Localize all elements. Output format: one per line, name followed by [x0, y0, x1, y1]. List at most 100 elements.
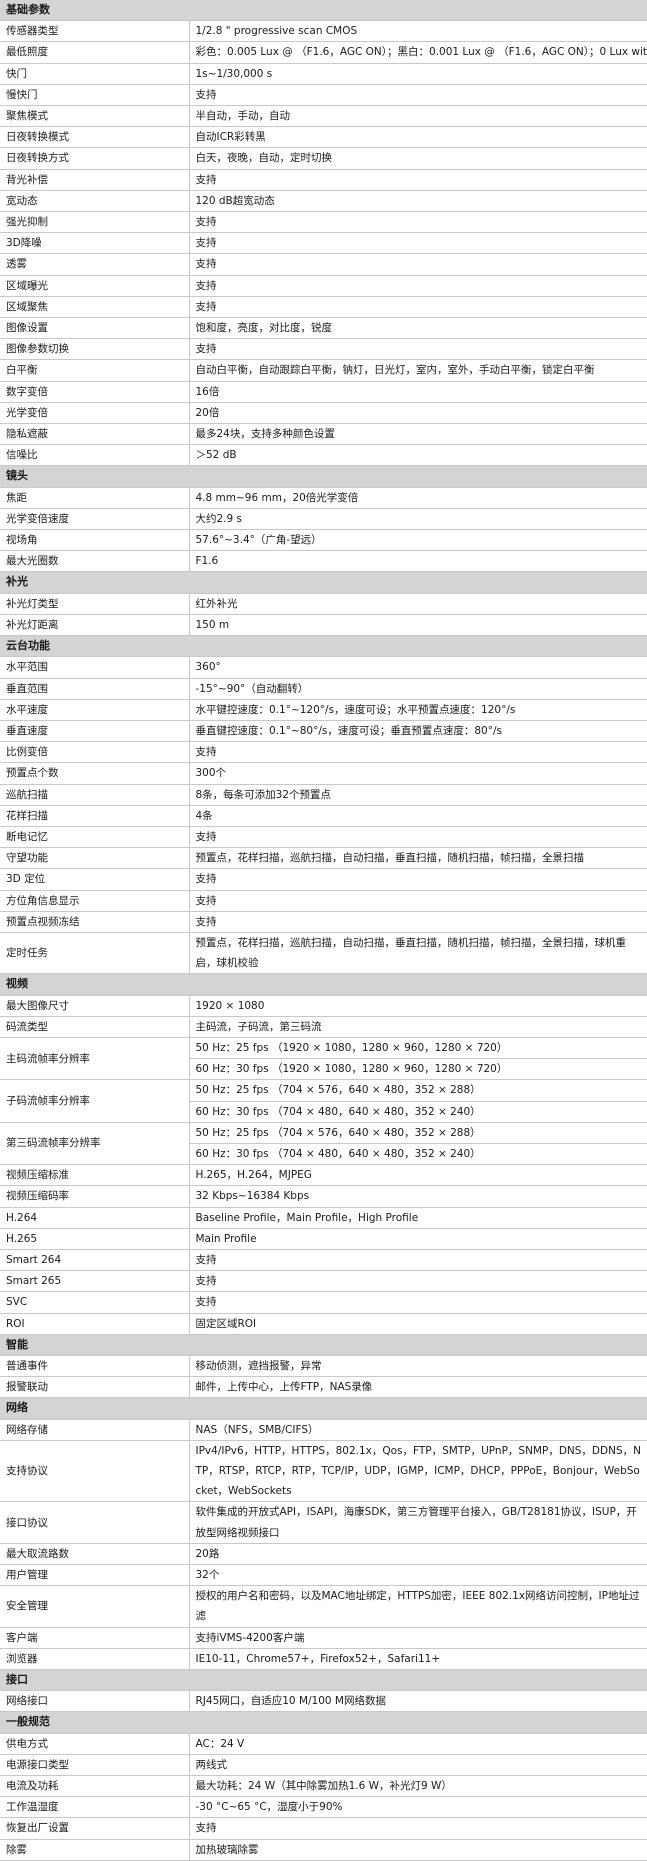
spec-value: 300个 [189, 762, 647, 785]
section-title: 接口 [0, 1669, 647, 1692]
table-row: 垂直速度 垂直键控速度：0.1°~80°/s，速度可设；垂直预置点速度：80°/s [0, 720, 647, 743]
spec-label: 透雾 [0, 253, 190, 276]
spec-label: 聚焦模式 [0, 105, 190, 128]
table-row: 电源接口类型 两线式 [0, 1754, 647, 1777]
table-row: 最低照度 彩色：0.005 Lux @ （F1.6，AGC ON）；黑白：0.00… [0, 41, 647, 64]
spec-value: 授权的用户名和密码，以及MAC地址绑定，HTTPS加密，IEEE 802.1x网… [189, 1585, 647, 1628]
spec-label: 电源接口类型 [0, 1754, 190, 1777]
spec-label: 隐私遮蔽 [0, 423, 190, 446]
table-row: 花样扫描 4条 [0, 805, 647, 827]
spec-value: 邮件，上传中心，上传FTP，NAS录像 [189, 1376, 647, 1399]
table-row: 背光补偿 支持 [0, 169, 647, 191]
spec-label: 安全管理 [0, 1585, 190, 1628]
spec-label: 最低照度 [0, 41, 190, 64]
spec-value: 1920 × 1080 [189, 995, 647, 1017]
section-title: 镜头 [0, 465, 647, 488]
table-row: 隐私遮蔽 最多24块，支持多种颜色设置 [0, 423, 647, 446]
spec-label: 支持协议 [0, 1440, 190, 1503]
spec-label: 供电方式 [0, 1733, 190, 1755]
spec-value: 白天，夜晚，自动，定时切换 [189, 147, 647, 170]
spec-label: 网络接口 [0, 1690, 190, 1713]
spec-label: 最大图像尺寸 [0, 995, 190, 1017]
spec-label: 客户端 [0, 1627, 190, 1649]
table-row: ROI 固定区域ROI [0, 1313, 647, 1335]
spec-label: 快门 [0, 63, 190, 85]
table-row: 日夜转换模式 自动ICR彩转黑 [0, 126, 647, 149]
spec-value: 预置点，花样扫描，巡航扫描，自动扫描，垂直扫描，随机扫描，帧扫描，全景扫描 [189, 847, 647, 870]
spec-value: 60 Hz：30 fps （1920 × 1080，1280 × 960，128… [189, 1058, 647, 1081]
table-row: 聚焦模式 半自动，手动，自动 [0, 105, 647, 128]
spec-value: 自动白平衡，自动跟踪白平衡，钠灯，日光灯，室内，室外，手动白平衡，锁定白平衡 [189, 359, 647, 382]
spec-label: 主码流帧率分辨率 [0, 1037, 190, 1081]
table-row: 主码流帧率分辨率 50 Hz：25 fps （1920 × 1080，1280 ×… [0, 1037, 647, 1081]
spec-value: 50 Hz：25 fps （1920 × 1080，1280 × 960，128… [189, 1037, 647, 1060]
spec-value: 60 Hz：30 fps （704 × 480，640 × 480，352 × … [189, 1143, 647, 1166]
table-row: 传感器类型 1/2.8 " progressive scan CMOS [0, 20, 647, 43]
spec-label: 宽动态 [0, 190, 190, 213]
spec-label: 除雾 [0, 1839, 190, 1861]
table-row: 视场角 57.6°~3.4°（广角-望远） [0, 529, 647, 552]
table-row: 白平衡 自动白平衡，自动跟踪白平衡，钠灯，日光灯，室内，室外，手动白平衡，锁定白平… [0, 359, 647, 382]
spec-value: 水平键控速度：0.1°~120°/s，速度可设；水平预置点速度：120°/s [189, 699, 647, 721]
table-row: 视频压缩标准 H.265，H.264，MJPEG [0, 1164, 647, 1187]
spec-label: 码流类型 [0, 1016, 190, 1038]
spec-label: 守望功能 [0, 847, 190, 870]
spec-label: 信噪比 [0, 444, 190, 467]
table-row: 定时任务 预置点，花样扫描，巡航扫描，自动扫描，垂直扫描，随机扫描，帧扫描，全景扫… [0, 932, 647, 975]
spec-label: 图像参数切换 [0, 338, 190, 361]
spec-value: 最大功耗：24 W（其中除雾加热1.6 W，补光灯9 W） [189, 1775, 647, 1798]
table-row: 除雾 加热玻璃除雾 [0, 1839, 647, 1861]
section-header-row: 网络 [0, 1397, 647, 1420]
section-header-row: 智能 [0, 1334, 647, 1357]
table-row: 预置点视频冻结 支持 [0, 911, 647, 933]
spec-label: SVC [0, 1291, 190, 1314]
table-row: 焦距 4.8 mm~96 mm，20倍光学变倍 [0, 487, 647, 509]
spec-label: 区域聚焦 [0, 296, 190, 319]
table-row: 区域曝光 支持 [0, 275, 647, 297]
spec-value: 120 dB超宽动态 [189, 190, 647, 213]
section-title: 一般规范 [0, 1711, 647, 1734]
table-row: 报警联动 邮件，上传中心，上传FTP，NAS录像 [0, 1376, 647, 1399]
spec-label: 水平速度 [0, 699, 190, 721]
spec-label: 断电记忆 [0, 826, 190, 849]
table-row: 普通事件 移动侦测，遮挡报警，异常 [0, 1355, 647, 1378]
spec-label: 光学变倍 [0, 402, 190, 425]
spec-value: 57.6°~3.4°（广角-望远） [189, 529, 647, 552]
spec-label: 视频压缩标准 [0, 1164, 190, 1187]
spec-label: 日夜转换模式 [0, 126, 190, 149]
spec-label: 最大取流路数 [0, 1543, 190, 1566]
spec-value: 150 m [189, 614, 647, 637]
spec-label: 浏览器 [0, 1648, 190, 1671]
spec-value: 1s~1/30,000 s [189, 63, 647, 85]
table-row: 恢复出厂设置 支持 [0, 1817, 647, 1840]
spec-label: ROI [0, 1313, 190, 1335]
spec-value: 支持 [189, 1817, 647, 1840]
table-row: 快门 1s~1/30,000 s [0, 63, 647, 85]
table-row: 强光抑制 支持 [0, 211, 647, 234]
table-row: 码流类型 主码流，子码流，第三码流 [0, 1016, 647, 1038]
table-row: 最大图像尺寸 1920 × 1080 [0, 995, 647, 1017]
spec-label: Smart 264 [0, 1249, 190, 1272]
spec-label: 恢复出厂设置 [0, 1817, 190, 1840]
spec-label: 补光灯类型 [0, 593, 190, 615]
section-title: 智能 [0, 1334, 647, 1357]
table-row: 透雾 支持 [0, 253, 647, 276]
table-row: SVC 支持 [0, 1291, 647, 1314]
spec-value: 4.8 mm~96 mm，20倍光学变倍 [189, 487, 647, 509]
spec-value: 50 Hz：25 fps （704 × 576，640 × 480，352 × … [189, 1079, 647, 1102]
spec-label: 报警联动 [0, 1376, 190, 1399]
spec-label: 3D降噪 [0, 232, 190, 255]
table-row: 3D降噪 支持 [0, 232, 647, 255]
spec-value: 红外补光 [189, 593, 647, 615]
section-title: 补光 [0, 571, 647, 594]
table-row: 接口协议 软件集成的开放式API，ISAPI，海康SDK，第三方管理平台接入，GB… [0, 1501, 647, 1544]
table-row: 垂直范围 -15°~90°（自动翻转） [0, 678, 647, 700]
spec-label: 区域曝光 [0, 275, 190, 297]
spec-value: 支持 [189, 890, 647, 912]
table-row: 工作温湿度 -30 °C~65 °C，湿度小于90% [0, 1796, 647, 1819]
spec-label: 视场角 [0, 529, 190, 552]
table-row: 供电方式 AC：24 V [0, 1733, 647, 1755]
spec-value: 大约2.9 s [189, 508, 647, 531]
spec-value: AC：24 V [189, 1733, 647, 1755]
spec-value: H.265，H.264，MJPEG [189, 1164, 647, 1187]
